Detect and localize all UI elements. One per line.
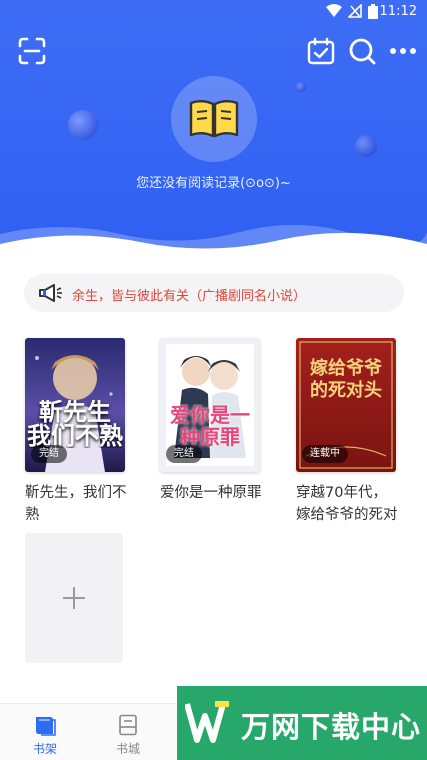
announcement-text: 余生，皆与彼此有关（广播剧同名小说）	[72, 289, 307, 304]
book-cover[interactable]: 爱你是一种原罪 完结	[160, 338, 260, 472]
header-hero: 11:12 您还没有阅读记录(⊙o⊙)~	[0, 0, 427, 262]
battery-icon	[368, 4, 378, 19]
nav-label: 书城	[115, 742, 140, 756]
wifi-icon	[326, 4, 342, 17]
watermark-logo: 万网下载中心	[177, 686, 427, 760]
book-cover-text: 爱你是一种原罪	[170, 404, 250, 448]
nav-bookshelf[interactable]: 书架	[0, 704, 90, 760]
status-bar: 11:12	[0, 0, 427, 24]
status-badge: 完结	[31, 445, 67, 463]
calendar-check-icon[interactable]	[306, 36, 336, 66]
bookstore-icon	[119, 714, 137, 736]
announcement-banner[interactable]: 余生，皆与彼此有关（广播剧同名小说）	[24, 274, 404, 312]
plus-icon	[63, 587, 85, 609]
decor-bubble	[355, 135, 377, 157]
scan-icon[interactable]	[17, 36, 47, 66]
status-badge: 完结	[166, 445, 202, 463]
book-cover[interactable]: 靳先生 我们不熟 完结	[25, 338, 125, 472]
add-book-slot[interactable]	[25, 533, 123, 663]
status-badge: 连载中	[302, 445, 348, 463]
reading-record-badge	[171, 76, 257, 162]
empty-reading-message: 您还没有阅读记录(⊙o⊙)~	[136, 176, 291, 191]
book-title[interactable]: 穿越70年代，嫁给爷爷的死对头	[296, 482, 398, 526]
decor-bubble	[68, 110, 98, 140]
search-icon[interactable]	[347, 36, 377, 66]
book-cover-text: 靳先生 我们不熟	[27, 400, 123, 448]
nav-label: 书架	[32, 742, 57, 756]
book-cover[interactable]: 嫁给爷爷的死对头 连载中	[296, 338, 396, 472]
megaphone-icon	[39, 284, 62, 302]
watermark-text: 万网下载中心	[241, 710, 422, 744]
open-book-icon	[189, 100, 239, 138]
watermark-w-icon	[185, 701, 229, 743]
book-cover-text: 嫁给爷爷的死对头	[310, 358, 382, 401]
decor-bubble	[296, 82, 306, 92]
no-signal-icon	[348, 4, 362, 18]
more-dots-icon[interactable]	[388, 36, 418, 66]
nav-bookstore[interactable]: 书城	[83, 704, 173, 760]
wave-divider	[0, 224, 427, 262]
book-title[interactable]: 爱你是一种原罪	[160, 482, 262, 526]
book-title[interactable]: 靳先生，我们不熟	[25, 482, 127, 526]
bookshelf-icon	[36, 717, 56, 736]
status-time: 11:12	[379, 4, 417, 19]
